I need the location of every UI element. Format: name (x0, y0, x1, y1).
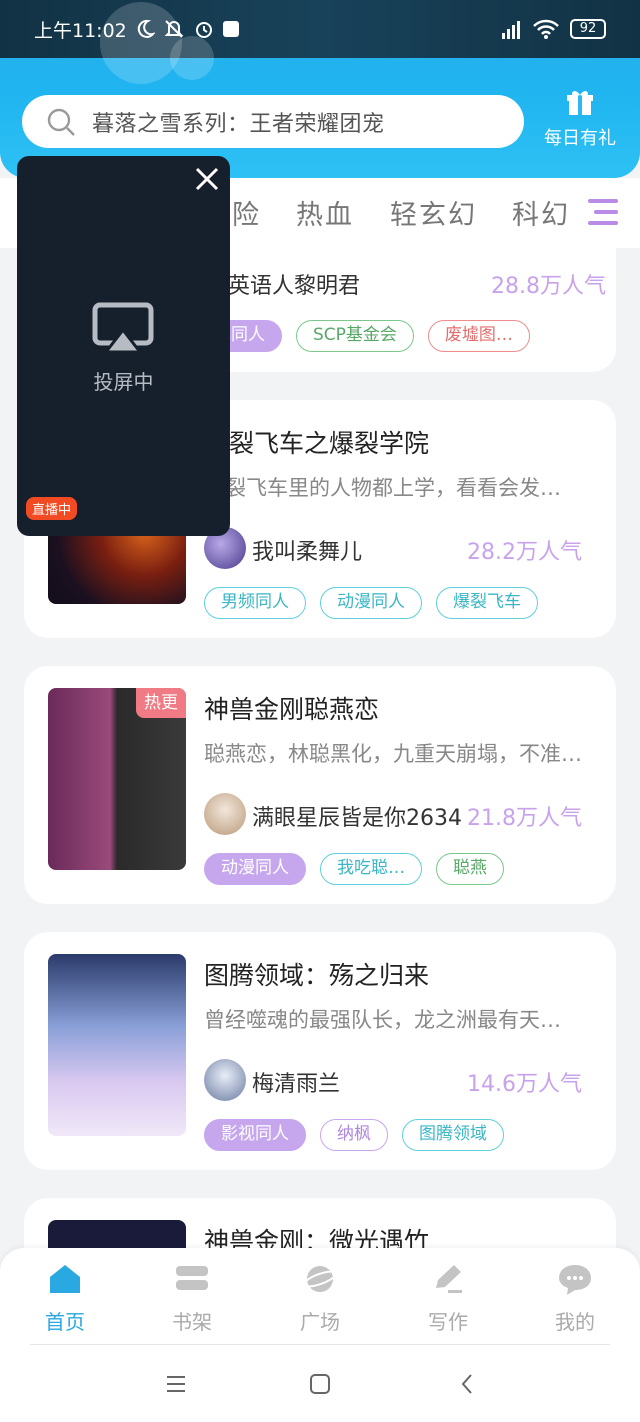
pencil-icon (436, 1265, 462, 1293)
author-name: 英语人黎明君 (228, 274, 361, 299)
signal-icon (502, 21, 520, 39)
clock: 上午11:02 (34, 19, 127, 42)
cast-status-label: 投屏中 (93, 370, 154, 394)
hot-update-badge: 热更 (136, 688, 186, 718)
tag[interactable]: 动漫同人 (320, 587, 422, 619)
book-description: 爆裂飞车里的人物都上学，看看会发… (204, 476, 561, 500)
menu-icon[interactable] (165, 1374, 187, 1394)
chat-bubble-icon (559, 1265, 591, 1295)
bookshelf-icon (176, 1266, 208, 1290)
book-description: 聪燕恋，林聪黑化，九重天崩塌，不准… (204, 742, 582, 766)
menu-icon[interactable] (586, 195, 620, 229)
planet-icon (302, 1266, 338, 1292)
tag[interactable]: 图腾领域 (402, 1119, 504, 1151)
book-title: 神兽金刚聪燕恋 (204, 695, 380, 724)
nav-write[interactable]: 写作 (408, 1262, 488, 1335)
close-icon[interactable] (190, 162, 224, 196)
tag[interactable]: 爆裂飞车 (436, 587, 538, 619)
tag[interactable]: 纳枫 (320, 1119, 388, 1151)
wifi-icon (533, 19, 559, 39)
tab-category[interactable]: 轻玄幻 (390, 193, 477, 232)
alarm-icon (195, 22, 212, 38)
home-square-icon[interactable] (309, 1373, 331, 1395)
tag[interactable]: 废墟图… (427, 320, 530, 352)
nav-label: 广场 (300, 1310, 340, 1334)
search-placeholder: 暮落之雪系列：王者荣耀团宠 (92, 111, 385, 137)
status-bar: 上午11:02 92 (0, 0, 640, 58)
popularity-count: 28.8万人气 (491, 274, 606, 299)
nav-plaza[interactable]: 广场 (280, 1262, 360, 1335)
popularity-count: 14.6万人气 (467, 1072, 582, 1097)
gift-icon (567, 91, 593, 115)
tag[interactable]: 男频同人 (204, 587, 306, 619)
tag[interactable]: 动漫同人 (204, 853, 306, 885)
search-icon (47, 108, 75, 136)
nav-label: 我的 (555, 1310, 595, 1334)
book-description: 曾经噬魂的最强队长，龙之洲最有天… (204, 1008, 561, 1032)
nav-home[interactable]: 首页 (25, 1262, 105, 1335)
tab-category[interactable]: 险 (232, 193, 261, 232)
tab-category[interactable]: 热血 (296, 193, 354, 232)
book-title: 爆裂飞车之爆裂学院 (204, 429, 430, 458)
nav-bookshelf[interactable]: 书架 (152, 1262, 232, 1335)
live-badge: 直播中 (26, 497, 78, 520)
book-title: 图腾领域：殇之归来 (204, 961, 430, 990)
daily-gift-label: 每日有礼 (544, 128, 616, 149)
nav-label: 首页 (45, 1310, 85, 1334)
author-name: 满眼星辰皆是你2634 (252, 806, 462, 831)
popularity-count: 21.8万人气 (467, 806, 582, 831)
airplay-icon (92, 302, 154, 354)
nav-me[interactable]: 我的 (535, 1262, 615, 1335)
tag-list: 动漫同人 我吃聪… 聪燕 (204, 853, 504, 885)
tag-list: 游戏同人 SCP基金会 废墟图… (180, 320, 530, 352)
tag[interactable]: 聪燕 (436, 853, 504, 885)
tag[interactable]: 影视同人 (204, 1119, 306, 1151)
author-avatar (204, 793, 246, 835)
author-name: 梅清雨兰 (252, 1072, 341, 1097)
author-name: 我叫柔舞儿 (252, 540, 363, 565)
daily-gift-button[interactable]: 每日有礼 (540, 88, 620, 150)
tag-list: 影视同人 纳枫 图腾领域 (204, 1119, 504, 1151)
battery-indicator: 92 (570, 19, 606, 39)
home-icon (50, 1265, 80, 1293)
tag-list: 男频同人 动漫同人 爆裂飞车 (204, 587, 538, 619)
search-bar[interactable]: 暮落之雪系列：王者荣耀团宠 (22, 95, 524, 148)
bell-off-icon (164, 20, 184, 38)
back-icon[interactable] (459, 1373, 475, 1395)
tab-category[interactable]: 科幻 (512, 193, 586, 232)
tag[interactable]: SCP基金会 (296, 320, 414, 352)
nav-label: 写作 (428, 1310, 468, 1334)
author-avatar (204, 1059, 246, 1101)
book-cover (48, 954, 186, 1136)
tag[interactable]: 我吃聪… (320, 853, 422, 885)
nav-label: 书架 (172, 1310, 212, 1334)
moon-icon (137, 19, 155, 38)
app-notification-icon (222, 21, 239, 37)
popularity-count: 28.2万人气 (467, 540, 582, 565)
